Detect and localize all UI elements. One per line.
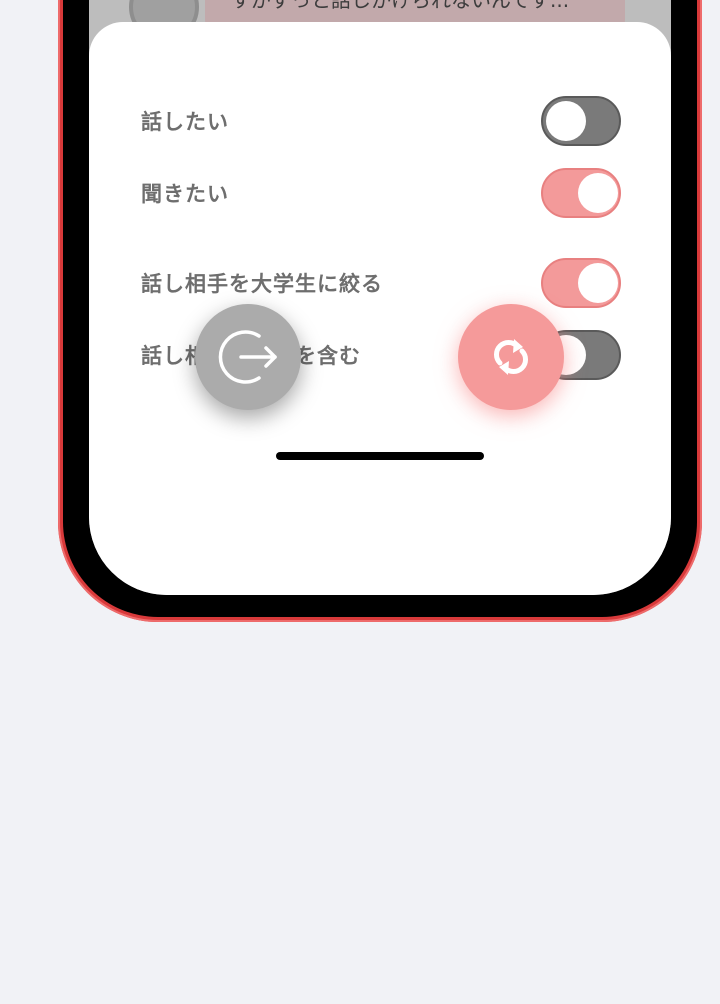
phone-screen: すがずっと話しかけられないんです... 話したい 聞きたい 話し相手を大学生に絞…	[89, 0, 671, 595]
phone-frame: すがずっと話しかけられないんです... 話したい 聞きたい 話し相手を大学生に絞…	[58, 0, 702, 622]
setting-row-want-to-listen: 聞きたい	[141, 168, 621, 218]
setting-label-want-to-listen: 聞きたい	[141, 182, 229, 206]
toggle-want-to-listen[interactable]	[541, 168, 621, 218]
message-text: すがずっと話しかけられないんです...	[231, 0, 570, 12]
setting-label-university-only: 話し相手を大学生に絞る	[141, 272, 383, 296]
toggle-university-only[interactable]	[541, 258, 621, 308]
setting-row-want-to-talk: 話したい	[141, 96, 621, 146]
home-indicator[interactable]	[276, 452, 484, 460]
setting-label-want-to-talk: 話したい	[141, 110, 229, 134]
setting-row-university-only: 話し相手を大学生に絞る	[141, 258, 621, 308]
exit-arrow-icon	[218, 330, 277, 384]
toggle-want-to-talk[interactable]	[541, 96, 621, 146]
refresh-button[interactable]	[458, 304, 564, 410]
toggle-knob	[578, 263, 618, 303]
settings-sheet: 話したい 聞きたい 話し相手を大学生に絞る	[89, 22, 671, 595]
toggle-knob	[546, 101, 586, 141]
phone-bezel: すがずっと話しかけられないんです... 話したい 聞きたい 話し相手を大学生に絞…	[63, 0, 697, 617]
refresh-icon	[494, 339, 528, 375]
toggle-knob	[578, 173, 618, 213]
exit-button[interactable]	[195, 304, 301, 410]
